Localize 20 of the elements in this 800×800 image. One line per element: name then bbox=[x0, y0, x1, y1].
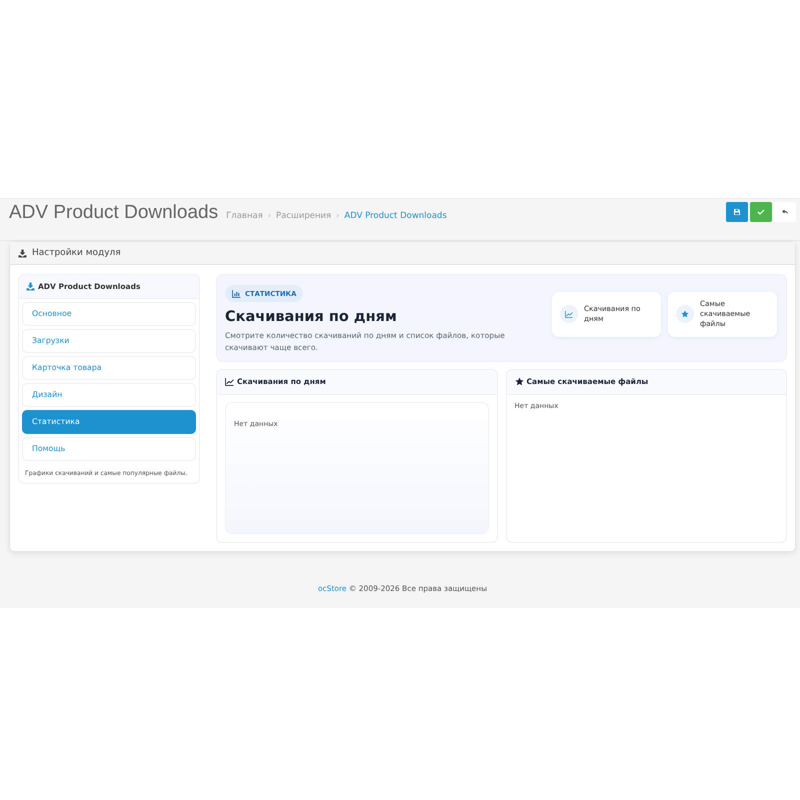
breadcrumb-separator: › bbox=[336, 211, 340, 220]
page-title: ADV Product Downloads bbox=[9, 202, 218, 224]
bar-chart-icon bbox=[232, 289, 241, 298]
hero-title: Скачивания по дням bbox=[225, 309, 398, 325]
apply-button[interactable] bbox=[750, 202, 772, 222]
line-chart-icon bbox=[565, 310, 573, 318]
star-icon bbox=[514, 377, 524, 386]
save-button[interactable] bbox=[726, 202, 748, 222]
reply-arrow-icon bbox=[781, 208, 789, 216]
checkmark-icon bbox=[757, 208, 765, 216]
breadcrumb-link[interactable]: ADV Product Downloads bbox=[344, 211, 447, 221]
line-chart-icon bbox=[225, 377, 234, 386]
star-icon bbox=[681, 310, 689, 318]
back-button[interactable] bbox=[774, 202, 796, 222]
breadcrumb-link[interactable]: Расширения bbox=[276, 211, 332, 221]
download-icon bbox=[26, 282, 35, 291]
breadcrumb-link[interactable]: Главная bbox=[226, 211, 263, 221]
breadcrumb-separator: › bbox=[268, 211, 272, 220]
download-icon bbox=[18, 248, 27, 258]
panel-heading-text: Настройки модуля bbox=[32, 248, 121, 258]
